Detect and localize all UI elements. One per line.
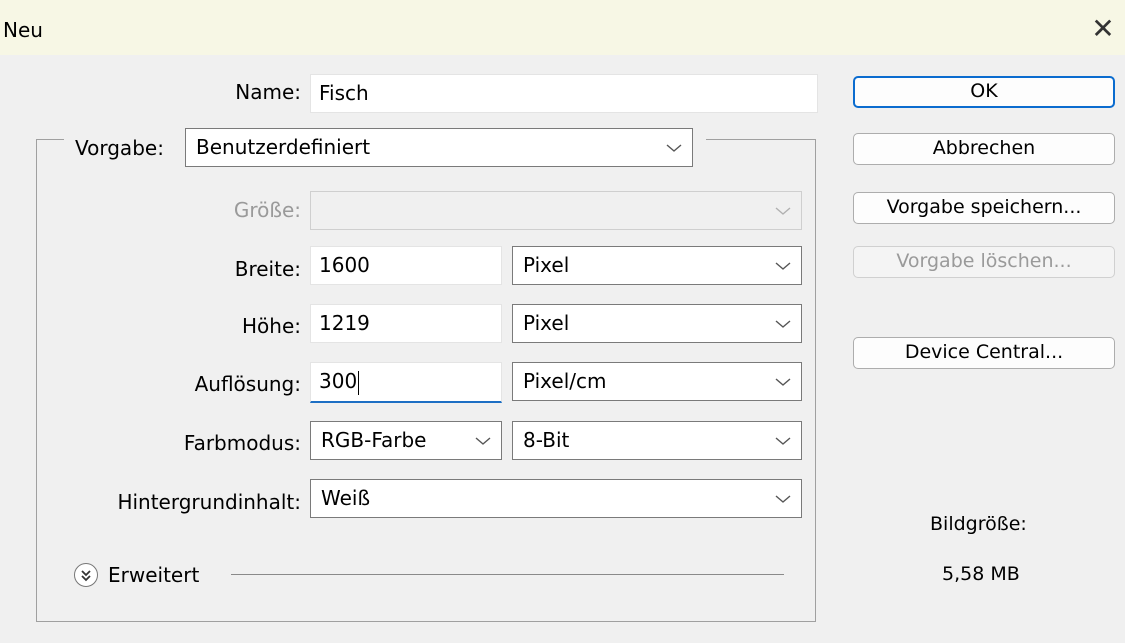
- resolution-value: 300: [319, 369, 358, 393]
- save-preset-button[interactable]: Vorgabe speichern...: [853, 192, 1115, 224]
- chevron-down-icon: [773, 192, 793, 229]
- close-icon: ✕: [1091, 12, 1115, 45]
- height-unit-value: Pixel: [523, 311, 570, 335]
- image-size-value: 5,58 MB: [942, 563, 1020, 585]
- preset-label: Vorgabe:: [75, 136, 164, 160]
- name-field[interactable]: Fisch: [310, 74, 818, 113]
- chevron-down-icon: [664, 129, 684, 166]
- color-mode-select[interactable]: RGB-Farbe: [310, 421, 502, 460]
- bit-depth-select[interactable]: 8-Bit: [512, 421, 802, 460]
- preset-select[interactable]: Benutzerdefiniert: [185, 128, 693, 167]
- image-size-label: Bildgröße:: [930, 513, 1027, 535]
- size-select[interactable]: [310, 191, 802, 230]
- ok-button[interactable]: OK: [853, 76, 1115, 108]
- preset-select-value: Benutzerdefiniert: [196, 135, 371, 159]
- resolution-field[interactable]: 300: [310, 362, 502, 403]
- width-unit-select[interactable]: Pixel: [512, 246, 802, 285]
- resolution-unit-value: Pixel/cm: [523, 369, 607, 393]
- chevron-down-icon: [773, 305, 793, 342]
- height-field[interactable]: 1219: [310, 304, 502, 343]
- background-label: Hintergrundinhalt:: [117, 490, 301, 514]
- delete-preset-button[interactable]: Vorgabe löschen...: [853, 246, 1115, 278]
- advanced-divider: [231, 574, 784, 575]
- size-label: Größe:: [233, 198, 301, 222]
- name-label: Name:: [235, 80, 301, 104]
- width-field[interactable]: 1600: [310, 246, 502, 285]
- resolution-label: Auflösung:: [194, 372, 301, 396]
- color-mode-value: RGB-Farbe: [321, 428, 427, 452]
- height-unit-select[interactable]: Pixel: [512, 304, 802, 343]
- double-chevron-down-icon[interactable]: [74, 563, 98, 587]
- chevron-down-icon: [773, 363, 793, 400]
- device-central-button[interactable]: Device Central...: [853, 337, 1115, 369]
- chevron-down-icon: [773, 422, 793, 459]
- width-unit-value: Pixel: [523, 253, 570, 277]
- chevron-down-icon: [773, 480, 793, 517]
- background-value: Weiß: [321, 486, 371, 510]
- background-select[interactable]: Weiß: [310, 479, 802, 518]
- color-mode-label: Farbmodus:: [183, 431, 301, 455]
- width-label: Breite:: [234, 257, 301, 281]
- advanced-label[interactable]: Erweitert: [108, 563, 199, 587]
- window-title: Neu: [3, 18, 43, 42]
- height-label: Höhe:: [242, 314, 301, 338]
- text-caret: [358, 370, 360, 395]
- close-button[interactable]: ✕: [1081, 10, 1125, 48]
- bit-depth-value: 8-Bit: [523, 428, 570, 452]
- cancel-button[interactable]: Abbrechen: [853, 133, 1115, 165]
- title-bar: Neu ✕: [0, 0, 1125, 55]
- chevron-down-icon: [773, 247, 793, 284]
- chevron-down-icon: [473, 422, 493, 459]
- resolution-unit-select[interactable]: Pixel/cm: [512, 362, 802, 401]
